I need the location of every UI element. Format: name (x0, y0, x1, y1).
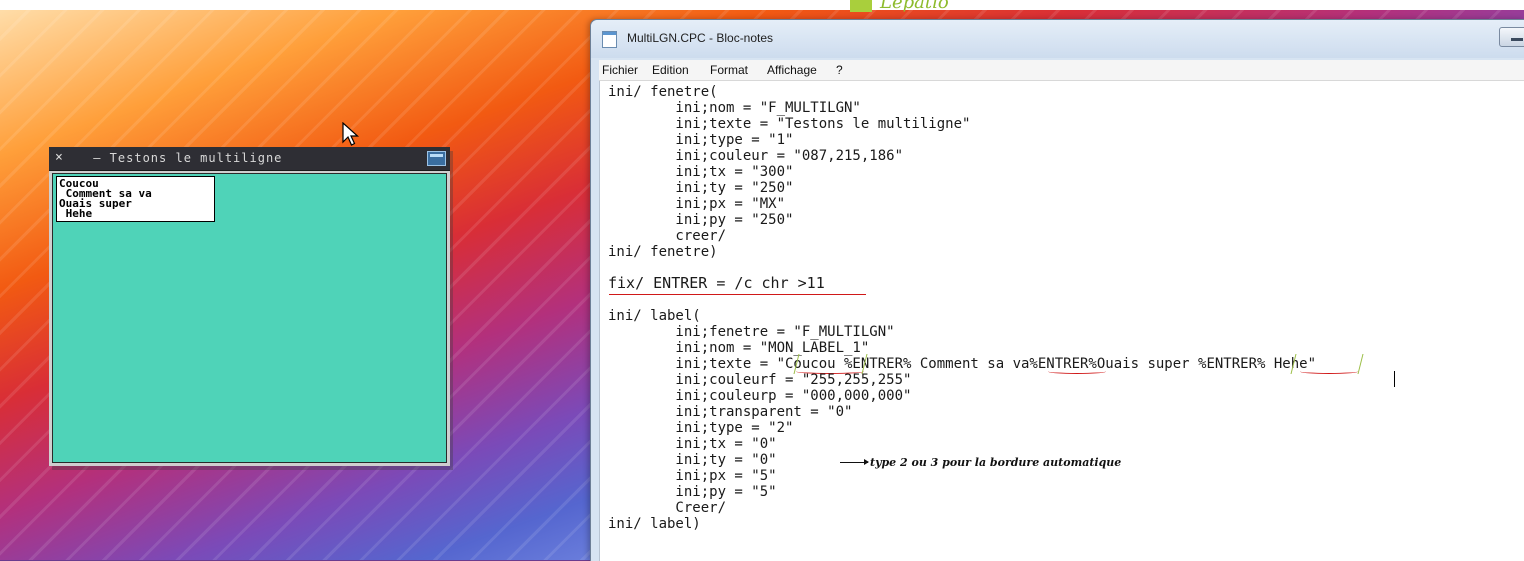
code-line: ini;couleurp = "000,000,000" (608, 388, 912, 404)
menu-fichier[interactable]: Fichier (602, 63, 638, 77)
menu-format[interactable]: Format (710, 63, 748, 77)
multiline-label: Coucou Comment sa va Ouais super Hehe (56, 176, 215, 222)
logo-icon (850, 0, 872, 12)
cpc-titlebar[interactable]: × — Testons le multiligne (49, 147, 450, 171)
red-underline (1300, 369, 1358, 374)
code-line: ini;nom = "F_MULTILGN" (608, 100, 861, 116)
text-editor-area[interactable]: ini/ fenetre( ini;nom = "F_MULTILGN" ini… (599, 81, 1524, 561)
notepad-icon (602, 31, 617, 48)
code-line: ini;py = "250" (608, 212, 794, 228)
code-line: fix/ ENTRER = /c chr >11 (608, 274, 825, 292)
highlight-marker (1357, 354, 1364, 374)
code-line: ini/ label( (608, 308, 701, 324)
red-underline (1048, 369, 1106, 374)
code-line: ini;tx = "300" (608, 164, 794, 180)
arrow-icon (840, 459, 869, 465)
code-line: ini;type = "1" (608, 132, 794, 148)
notepad-window[interactable]: MultiLGN.CPC - Bloc-notes Fichier Editio… (590, 19, 1524, 561)
code-line: ini;couleur = "087,215,186" (608, 148, 904, 164)
logo-text: Lepatio (880, 0, 949, 13)
code-line: ini;tx = "0" (608, 436, 777, 452)
code-line: ini;texte = "Testons le multiligne" (608, 116, 971, 132)
close-icon[interactable]: × (55, 150, 63, 165)
notepad-titlebar[interactable]: MultiLGN.CPC - Bloc-notes (591, 20, 1524, 58)
red-underline (609, 294, 866, 295)
code-line: ini;px = "5" (608, 468, 777, 484)
code-line: ini;type = "2" (608, 420, 794, 436)
menu-affichage[interactable]: Affichage (767, 63, 817, 77)
code-line: ini;nom = "MON_LABEL_1" (608, 340, 870, 356)
code-line: ini;couleurf = "255,255,255" (608, 372, 912, 388)
code-line: ini;px = "MX" (608, 196, 786, 212)
cpc-window-title: — Testons le multiligne (85, 151, 283, 165)
code-line: ini/ label) (608, 516, 701, 532)
code-line: creer/ (608, 228, 727, 244)
code-line: ini;transparent = "0" (608, 404, 853, 420)
code-line: ini;py = "5" (608, 484, 777, 500)
code-line: ini;ty = "0" (608, 452, 777, 468)
text-caret (1394, 371, 1395, 387)
code-line: ini/ fenetre( (608, 84, 718, 100)
window-title: MultiLGN.CPC - Bloc-notes (627, 31, 774, 45)
cpc-app-window[interactable]: × — Testons le multiligne Coucou Comment… (49, 147, 450, 466)
code-line: ini;fenetre = "F_MULTILGN" (608, 324, 895, 340)
code-line: Creer/ (608, 500, 727, 516)
menu-bar: Fichier Edition Format Affichage ? (599, 60, 1524, 81)
minimize-button[interactable] (1499, 27, 1524, 47)
window-menu-icon[interactable] (427, 151, 446, 166)
menu-edition[interactable]: Edition (652, 63, 689, 77)
code-line: ini/ fenetre) (608, 244, 718, 260)
code-line: ini;texte = "Coucou %ENTRER% Comment sa … (608, 356, 1317, 372)
annotation-text: type 2 ou 3 pour la bordure automatique (870, 456, 1122, 469)
top-banner (0, 0, 1524, 10)
menu-help[interactable]: ? (836, 63, 843, 77)
mouse-pointer-icon (342, 122, 360, 146)
label-line: Hehe (59, 207, 93, 220)
code-line: ini;ty = "250" (608, 180, 794, 196)
